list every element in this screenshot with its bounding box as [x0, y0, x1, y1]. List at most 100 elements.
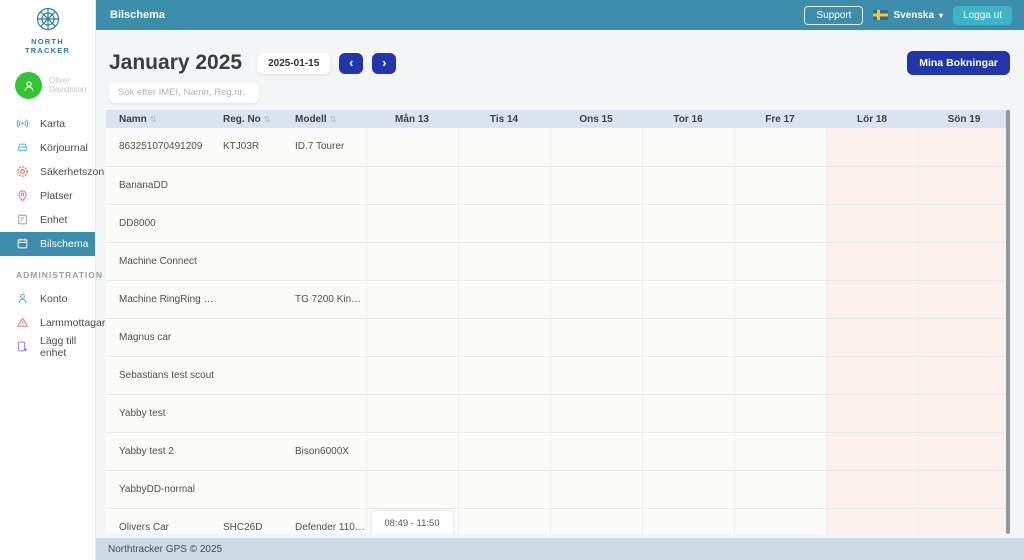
schedule-cell-ons-15[interactable]: [550, 318, 642, 356]
schedule-cell-tis-14[interactable]: [458, 470, 550, 508]
schedule-cell-tor-16[interactable]: [642, 318, 734, 356]
schedule-cell-fre-17[interactable]: [734, 166, 826, 204]
schedule-cell-tor-16[interactable]: [642, 356, 734, 394]
schedule-cell-lor-18[interactable]: [826, 242, 918, 280]
schedule-cell-lor-18[interactable]: [826, 394, 918, 432]
language-selector[interactable]: Svenska ▾: [873, 10, 943, 21]
schedule-cell-ons-15[interactable]: [550, 242, 642, 280]
schedule-cell-son-19[interactable]: [918, 432, 1010, 470]
schedule-cell-lor-18[interactable]: [826, 318, 918, 356]
schedule-cell-man-13[interactable]: [366, 318, 458, 356]
schedule-cell-ons-15[interactable]: [550, 432, 642, 470]
schedule-cell-lor-18[interactable]: [826, 166, 918, 204]
schedule-cell-man-13[interactable]: [366, 432, 458, 470]
my-bookings-button[interactable]: Mina Bokningar: [907, 51, 1010, 75]
schedule-cell-tis-14[interactable]: [458, 432, 550, 470]
schedule-cell-fre-17[interactable]: [734, 470, 826, 508]
schedule-cell-son-19[interactable]: [918, 356, 1010, 394]
schedule-cell-fre-17[interactable]: [734, 280, 826, 318]
sidebar-item-karta[interactable]: Karta: [0, 112, 95, 136]
schedule-cell-man-13[interactable]: [366, 204, 458, 242]
prev-week-button[interactable]: ‹: [339, 53, 363, 74]
schedule-cell-son-19[interactable]: [918, 470, 1010, 508]
schedule-cell-lor-18[interactable]: [826, 356, 918, 394]
schedule-cell-fre-17[interactable]: [734, 432, 826, 470]
booking-chip[interactable]: 08:49 - 11:50: [372, 511, 453, 535]
user-profile[interactable]: Oliver Davidsson: [0, 72, 95, 100]
schedule-cell-son-19[interactable]: [918, 128, 1010, 166]
schedule-cell-tor-16[interactable]: [642, 242, 734, 280]
schedule-cell-fre-17[interactable]: [734, 204, 826, 242]
schedule-cell-man-13[interactable]: [366, 470, 458, 508]
schedule-cell-man-13[interactable]: [366, 128, 458, 166]
schedule-cell-ons-15[interactable]: [550, 356, 642, 394]
column-header-namn[interactable]: Namn⇅: [106, 110, 216, 128]
schedule-cell-man-13[interactable]: [366, 166, 458, 204]
schedule-cell-man-13[interactable]: [366, 280, 458, 318]
support-button[interactable]: Support: [804, 6, 863, 25]
schedule-cell-tor-16[interactable]: [642, 166, 734, 204]
schedule-cell-ons-15[interactable]: [550, 394, 642, 432]
schedule-cell-ons-15[interactable]: [550, 128, 642, 166]
schedule-cell-tis-14[interactable]: [458, 166, 550, 204]
schedule-cell-son-19[interactable]: [918, 204, 1010, 242]
sidebar-item-korjournal[interactable]: Körjournal: [0, 136, 95, 160]
schedule-cell-ons-15[interactable]: [550, 166, 642, 204]
schedule-cell-tor-16[interactable]: [642, 204, 734, 242]
schedule-cell-lor-18[interactable]: [826, 470, 918, 508]
schedule-cell-tor-16[interactable]: [642, 280, 734, 318]
schedule-cell-ons-15[interactable]: [550, 508, 642, 534]
schedule-cell-fre-17[interactable]: [734, 242, 826, 280]
schedule-cell-tis-14[interactable]: [458, 280, 550, 318]
schedule-cell-son-19[interactable]: [918, 318, 1010, 356]
sidebar-item-sakerhetszon[interactable]: Säkerhetszon: [0, 160, 95, 184]
schedule-cell-man-13[interactable]: [366, 242, 458, 280]
next-week-button[interactable]: ›: [372, 53, 396, 74]
schedule-cell-fre-17[interactable]: [734, 356, 826, 394]
schedule-cell-tis-14[interactable]: [458, 508, 550, 534]
schedule-cell-tor-16[interactable]: [642, 470, 734, 508]
schedule-cell-son-19[interactable]: [918, 280, 1010, 318]
schedule-cell-lor-18[interactable]: [826, 128, 918, 166]
schedule-cell-tis-14[interactable]: [458, 128, 550, 166]
schedule-cell-lor-18[interactable]: [826, 280, 918, 318]
schedule-cell-fre-17[interactable]: [734, 318, 826, 356]
schedule-cell-man-13[interactable]: [366, 356, 458, 394]
schedule-cell-son-19[interactable]: [918, 508, 1010, 534]
schedule-cell-ons-15[interactable]: [550, 204, 642, 242]
column-header-modell[interactable]: Modell⇅: [288, 110, 366, 128]
schedule-cell-lor-18[interactable]: [826, 204, 918, 242]
logout-button[interactable]: Logga ut: [953, 6, 1012, 25]
sidebar-item-enhet[interactable]: Enhet: [0, 208, 95, 232]
schedule-cell-ons-15[interactable]: [550, 280, 642, 318]
schedule-cell-tor-16[interactable]: [642, 394, 734, 432]
schedule-cell-man-13[interactable]: [366, 394, 458, 432]
schedule-cell-tis-14[interactable]: [458, 394, 550, 432]
schedule-cell-ons-15[interactable]: [550, 470, 642, 508]
schedule-cell-fre-17[interactable]: [734, 128, 826, 166]
schedule-cell-tis-14[interactable]: [458, 242, 550, 280]
schedule-cell-man-13[interactable]: 08:49 - 11:50: [366, 508, 458, 534]
schedule-cell-lor-18[interactable]: [826, 432, 918, 470]
schedule-cell-fre-17[interactable]: [734, 394, 826, 432]
vertical-scrollbar[interactable]: [1006, 110, 1010, 534]
sidebar-item-larmmottagare[interactable]: Larmmottagare: [0, 311, 95, 335]
schedule-cell-fre-17[interactable]: [734, 508, 826, 534]
schedule-cell-tor-16[interactable]: [642, 508, 734, 534]
schedule-cell-tor-16[interactable]: [642, 128, 734, 166]
date-input[interactable]: 2025-01-15: [257, 53, 330, 74]
schedule-cell-lor-18[interactable]: [826, 508, 918, 534]
schedule-cell-son-19[interactable]: [918, 242, 1010, 280]
schedule-cell-tis-14[interactable]: [458, 318, 550, 356]
schedule-cell-son-19[interactable]: [918, 166, 1010, 204]
column-header-reg-no[interactable]: Reg. No⇅: [216, 110, 288, 128]
search-input[interactable]: [109, 82, 259, 103]
sidebar-item-lagg-till-enhet[interactable]: Lägg till enhet: [0, 335, 95, 359]
sidebar-item-bilschema[interactable]: Bilschema: [0, 232, 95, 256]
sidebar-item-platser[interactable]: Platser: [0, 184, 95, 208]
schedule-cell-son-19[interactable]: [918, 394, 1010, 432]
schedule-cell-tis-14[interactable]: [458, 204, 550, 242]
sidebar-item-konto[interactable]: Konto: [0, 287, 95, 311]
schedule-cell-tor-16[interactable]: [642, 432, 734, 470]
schedule-cell-tis-14[interactable]: [458, 356, 550, 394]
